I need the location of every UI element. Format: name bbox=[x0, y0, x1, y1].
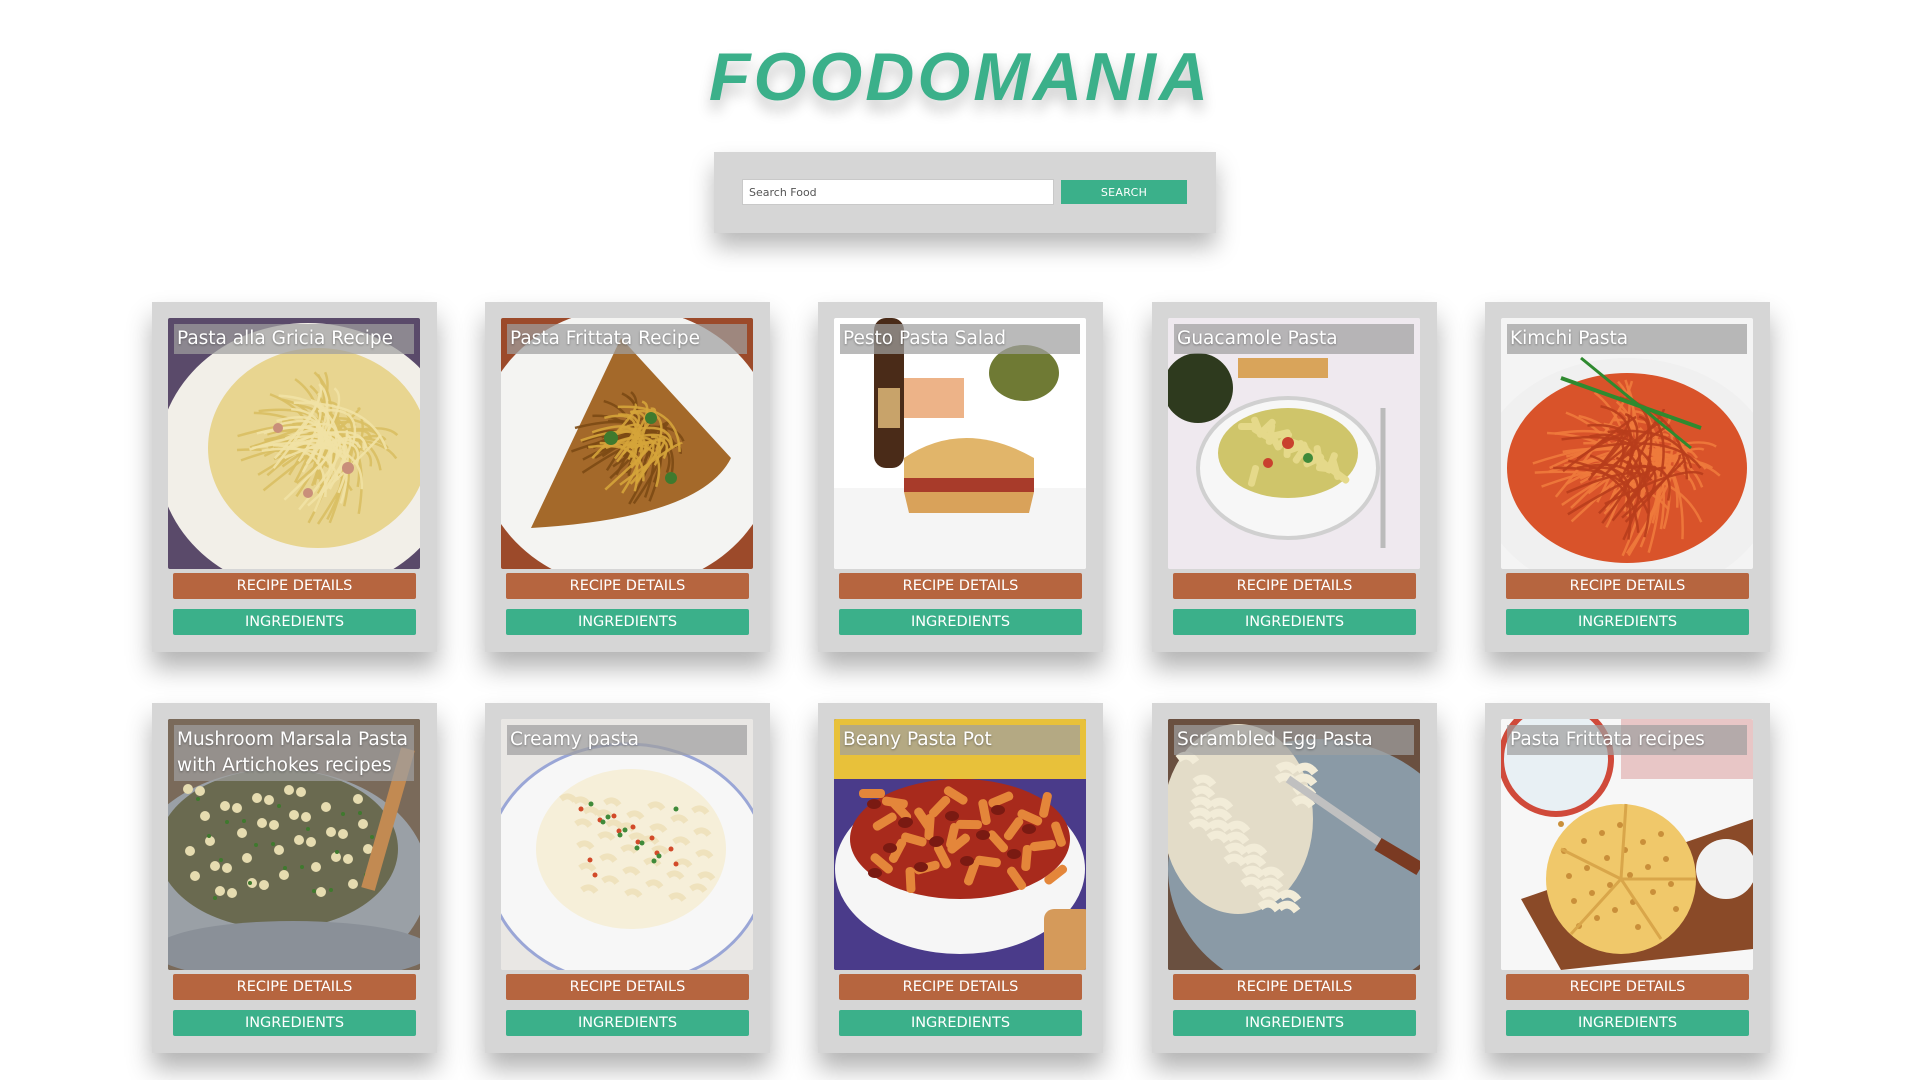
recipe-card: Beany Pasta Pot RECIPE DETAILS INGREDIEN… bbox=[818, 703, 1103, 1053]
recipe-card: Creamy pasta RECIPE DETAILS INGREDIENTS bbox=[485, 703, 770, 1053]
search-button[interactable]: SEARCH bbox=[1061, 180, 1187, 204]
recipe-title: Mushroom Marsala Pasta with Artichokes r… bbox=[174, 725, 414, 781]
ingredients-button[interactable]: INGREDIENTS bbox=[839, 1010, 1082, 1036]
recipe-image: Pasta Frittata recipes bbox=[1501, 719, 1753, 970]
recipe-card: Mushroom Marsala Pasta with Artichokes r… bbox=[152, 703, 437, 1053]
recipe-image: Pesto Pasta Salad bbox=[834, 318, 1086, 569]
recipe-image: Beany Pasta Pot bbox=[834, 719, 1086, 970]
ingredients-button[interactable]: INGREDIENTS bbox=[1506, 1010, 1749, 1036]
recipe-image: Guacamole Pasta bbox=[1168, 318, 1420, 569]
recipe-details-button[interactable]: RECIPE DETAILS bbox=[506, 974, 749, 1000]
recipe-card: Scrambled Egg Pasta RECIPE DETAILS INGRE… bbox=[1152, 703, 1437, 1053]
recipe-details-button[interactable]: RECIPE DETAILS bbox=[839, 573, 1082, 599]
recipe-details-button[interactable]: RECIPE DETAILS bbox=[1173, 974, 1416, 1000]
recipe-title: Pasta Frittata Recipe bbox=[507, 324, 747, 354]
recipe-title: Pasta Frittata recipes bbox=[1507, 725, 1747, 755]
ingredients-button[interactable]: INGREDIENTS bbox=[506, 609, 749, 635]
recipe-image: Pasta alla Gricia Recipe bbox=[168, 318, 420, 569]
ingredients-button[interactable]: INGREDIENTS bbox=[173, 609, 416, 635]
recipe-card: Pasta Frittata recipes RECIPE DETAILS IN… bbox=[1485, 703, 1770, 1053]
recipe-details-button[interactable]: RECIPE DETAILS bbox=[506, 573, 749, 599]
recipe-title: Beany Pasta Pot bbox=[840, 725, 1080, 755]
recipe-image: Pasta Frittata Recipe bbox=[501, 318, 753, 569]
recipe-details-button[interactable]: RECIPE DETAILS bbox=[1173, 573, 1416, 599]
recipe-card: Guacamole Pasta RECIPE DETAILS INGREDIEN… bbox=[1152, 302, 1437, 652]
search-panel: SEARCH bbox=[714, 152, 1216, 233]
recipe-details-button[interactable]: RECIPE DETAILS bbox=[173, 974, 416, 1000]
recipe-title: Guacamole Pasta bbox=[1174, 324, 1414, 354]
ingredients-button[interactable]: INGREDIENTS bbox=[173, 1010, 416, 1036]
brand-title: FOODOMANIA bbox=[708, 39, 1212, 115]
ingredients-button[interactable]: INGREDIENTS bbox=[1173, 1010, 1416, 1036]
search-input[interactable] bbox=[742, 179, 1054, 205]
recipe-title: Kimchi Pasta bbox=[1507, 324, 1747, 354]
recipe-title: Creamy pasta bbox=[507, 725, 747, 755]
recipe-card: Pasta Frittata Recipe RECIPE DETAILS ING… bbox=[485, 302, 770, 652]
recipe-details-button[interactable]: RECIPE DETAILS bbox=[173, 573, 416, 599]
recipe-card: Pesto Pasta Salad RECIPE DETAILS INGREDI… bbox=[818, 302, 1103, 652]
recipe-image: Creamy pasta bbox=[501, 719, 753, 970]
recipe-card: Pasta alla Gricia Recipe RECIPE DETAILS … bbox=[152, 302, 437, 652]
recipe-title: Scrambled Egg Pasta bbox=[1174, 725, 1414, 755]
recipe-details-button[interactable]: RECIPE DETAILS bbox=[839, 974, 1082, 1000]
recipe-details-button[interactable]: RECIPE DETAILS bbox=[1506, 573, 1749, 599]
recipe-title: Pesto Pasta Salad bbox=[840, 324, 1080, 354]
recipe-card: Kimchi Pasta RECIPE DETAILS INGREDIENTS bbox=[1485, 302, 1770, 652]
recipe-image: Mushroom Marsala Pasta with Artichokes r… bbox=[168, 719, 420, 970]
ingredients-button[interactable]: INGREDIENTS bbox=[506, 1010, 749, 1036]
recipe-image: Kimchi Pasta bbox=[1501, 318, 1753, 569]
recipe-details-button[interactable]: RECIPE DETAILS bbox=[1506, 974, 1749, 1000]
recipe-title: Pasta alla Gricia Recipe bbox=[174, 324, 414, 354]
ingredients-button[interactable]: INGREDIENTS bbox=[1173, 609, 1416, 635]
recipe-image: Scrambled Egg Pasta bbox=[1168, 719, 1420, 970]
ingredients-button[interactable]: INGREDIENTS bbox=[1506, 609, 1749, 635]
ingredients-button[interactable]: INGREDIENTS bbox=[839, 609, 1082, 635]
